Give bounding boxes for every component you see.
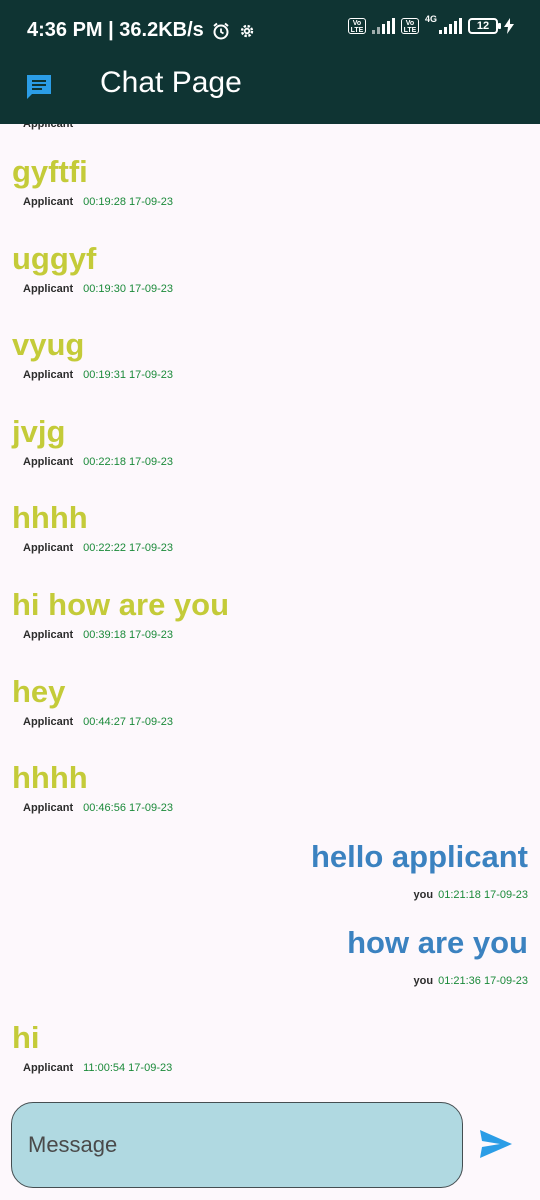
- message-text: uggyf: [12, 240, 97, 276]
- message-sender: Applicant: [23, 715, 74, 728]
- chat-message-list[interactable]: Applicant gyftfi Applicant 00:19:28 17-09-…: [0, 124, 540, 1090]
- message-sender: Applicant: [23, 282, 74, 295]
- send-icon[interactable]: [478, 1128, 514, 1160]
- status-bar: 4:36 PM | 36.2KB/s Vo LTE Vo LTE 4G 12: [0, 0, 540, 60]
- chat-message: hhhh Applicant 00:22:22 17-09-23: [0, 470, 540, 556]
- message-meta: Applicant 00:19:28 17-09-23: [23, 196, 173, 208]
- page-title: Chat Page: [100, 66, 242, 99]
- message-text: hi: [12, 1020, 40, 1055]
- message-timestamp: 01:21:18 17-09-23: [438, 888, 528, 901]
- message-sender: Applicant: [23, 1062, 74, 1074]
- message-sender: you: [413, 888, 434, 901]
- battery-icon: 12: [468, 18, 501, 34]
- message-text: hey: [12, 673, 66, 709]
- message-text: vyug: [12, 327, 85, 363]
- settings-gear-icon: [240, 24, 253, 37]
- chat-message: jvjg Applicant 00:22:18 17-09-23: [0, 384, 540, 470]
- message-timestamp: 00:39:18 17-09-23: [83, 629, 174, 641]
- message-timestamp: 00:46:56 17-09-23: [83, 802, 174, 815]
- status-right: Vo LTE Vo LTE 4G 12: [347, 14, 514, 34]
- message-meta: Applicant 00:22:18 17-09-23: [23, 456, 173, 468]
- chat-message: hey Applicant 00:44:27 17-09-23: [0, 644, 540, 730]
- status-left: 4:36 PM | 36.2KB/s: [27, 19, 256, 42]
- message-sender: Applicant: [23, 369, 74, 382]
- chat-message: hello applicant you 01:21:18 17-09-23: [0, 817, 540, 903]
- message-meta: Applicant 11:00:54 17-09-23: [23, 1062, 172, 1074]
- volte-icon-2: Vo LTE: [400, 18, 419, 34]
- message-meta: you 01:21:36 17-09-23: [414, 975, 528, 987]
- message-text: how are you: [347, 925, 528, 961]
- message-text: hhhh: [12, 760, 88, 796]
- alarm-icon: [213, 22, 229, 39]
- message-timestamp: 00:19:28 17-09-23: [83, 196, 174, 208]
- message-meta: Applicant 00:39:18 17-09-23: [23, 629, 173, 641]
- chat-message-icon: [27, 75, 51, 99]
- message-timestamp: 00:22:18 17-09-23: [83, 455, 174, 468]
- message-timestamp: 00:19:30 17-09-23: [83, 282, 174, 295]
- message-sender: Applicant: [23, 802, 74, 815]
- message-text: hhhh: [12, 500, 88, 536]
- chat-message: hi how are you Applicant 00:39:18 17-09-23: [0, 557, 540, 643]
- charging-icon: [504, 18, 514, 34]
- message-timestamp: 01:21:36 17-09-23: [438, 975, 528, 988]
- message-meta: Applicant 00:22:22 17-09-23: [23, 542, 173, 554]
- chat-message: how are you you 01:21:36 17-09-23: [0, 903, 540, 989]
- chat-message: hi Applicant 11:00:54 17-09-23: [0, 990, 540, 1076]
- volte-icon: Vo LTE: [347, 18, 366, 34]
- message-timestamp: 00:22:22 17-09-23: [83, 542, 174, 555]
- message-timestamp: 00:19:31 17-09-23: [83, 369, 174, 382]
- signal-icon-1: [371, 18, 395, 34]
- message-text: gyftfi: [12, 154, 88, 189]
- battery-level: 12: [476, 20, 490, 32]
- message-text: jvjg: [12, 413, 66, 449]
- message-sender: Applicant: [23, 455, 74, 468]
- app-bar: Chat Page: [0, 60, 540, 124]
- message-text: hi how are you: [12, 587, 230, 622]
- message-meta: you 01:21:18 17-09-23: [414, 889, 528, 901]
- chat-message: uggyf Applicant 00:19:30 17-09-23: [0, 211, 540, 297]
- message-timestamp: 11:00:54 17-09-23: [83, 1062, 173, 1074]
- message-meta: Applicant 00:19:30 17-09-23: [23, 283, 173, 295]
- chat-message: vyug Applicant 00:19:31 17-09-23: [0, 297, 540, 383]
- message-sender: you: [413, 975, 434, 988]
- message-meta: Applicant 00:46:56 17-09-23: [23, 802, 173, 814]
- signal-icon-2: [439, 18, 462, 34]
- message-sender: Applicant: [23, 196, 74, 208]
- message-meta: Applicant 00:19:31 17-09-23: [23, 369, 173, 381]
- message-sender: Applicant: [23, 629, 74, 641]
- chat-message: gyftfi Applicant 00:19:28 17-09-23: [0, 124, 540, 210]
- chat-message: hhhh Applicant 00:46:56 17-09-23: [0, 730, 540, 816]
- status-time-speed: 4:36 PM | 36.2KB/s: [27, 19, 204, 41]
- message-meta: Applicant 00:44:27 17-09-23: [23, 716, 173, 728]
- network-type: 4G: [424, 14, 437, 24]
- message-composer: [0, 1090, 540, 1200]
- message-input[interactable]: [11, 1102, 463, 1188]
- message-sender: Applicant: [23, 542, 74, 555]
- message-timestamp: 00:44:27 17-09-23: [83, 715, 174, 728]
- message-text: hello applicant: [310, 838, 528, 874]
